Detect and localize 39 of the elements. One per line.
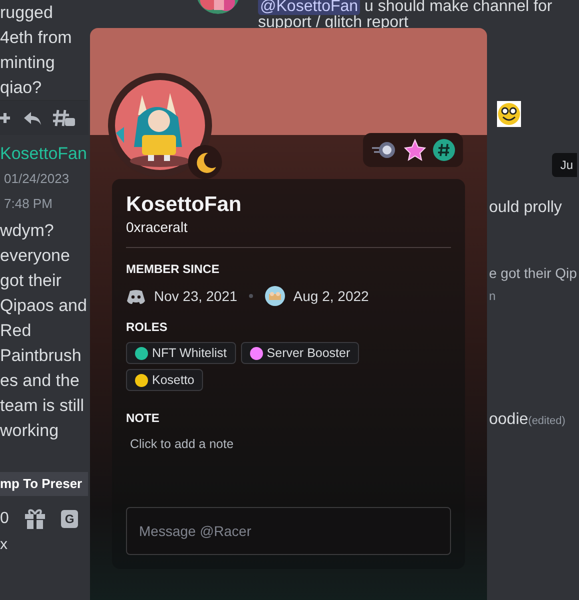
star-icon[interactable] (403, 138, 427, 162)
moon-status-icon (188, 145, 222, 179)
author-name[interactable]: KosettoFan (0, 141, 88, 166)
timestamp: 01/24/2023 7:48 PM (3, 170, 70, 213)
section-heading: NOTE (126, 411, 160, 425)
message-text: n (489, 289, 496, 303)
role-name: Server Booster (266, 346, 350, 360)
message-text: e got their Qip (489, 265, 577, 281)
jump-to-present-bar[interactable]: mp To Preser (0, 472, 88, 496)
gif-button[interactable]: G (60, 510, 78, 528)
role-tag[interactable]: NFT Whitelist (126, 342, 236, 364)
date-text: Aug 2, 2022 (293, 288, 369, 304)
separator-dot (249, 294, 254, 298)
role-tag[interactable]: Server Booster (240, 342, 360, 364)
message-text: wdym? everyone got their Qipaos and Red Paintbrushes and the team is still working (0, 220, 88, 442)
section-heading: ROLES (126, 320, 168, 334)
username: 0xraceralt (126, 219, 188, 235)
nerd-emoji-icon (497, 101, 521, 127)
role-tag[interactable]: Kosetto (126, 369, 204, 391)
display-name: KosettoFan (126, 193, 242, 217)
counter-text: 0 (0, 510, 9, 528)
message-field[interactable]: Message @Racer (126, 507, 451, 555)
message-text: rugged 4eth from minting qiao? (0, 2, 73, 99)
date-text: Nov 23, 2021 (154, 288, 238, 304)
controller-logo-icon (126, 288, 146, 304)
edited-label: (edited) (528, 415, 566, 427)
reply-icon[interactable] (22, 109, 42, 127)
role-name: NFT Whitelist (152, 346, 227, 360)
section-heading: MEMBER SINCE (126, 262, 220, 276)
note-field[interactable]: Click to add a note (126, 437, 451, 451)
message-text: ould prolly (489, 199, 562, 216)
role-name: Kosetto (152, 373, 194, 387)
footer-text: x (0, 536, 8, 553)
tooltip: Ju (552, 153, 577, 177)
hashtag-icon[interactable] (433, 139, 455, 161)
message-text: oodie (489, 411, 528, 428)
thread-icon[interactable] (52, 108, 76, 128)
gift-icon[interactable] (22, 508, 47, 530)
server-icon (265, 286, 286, 306)
